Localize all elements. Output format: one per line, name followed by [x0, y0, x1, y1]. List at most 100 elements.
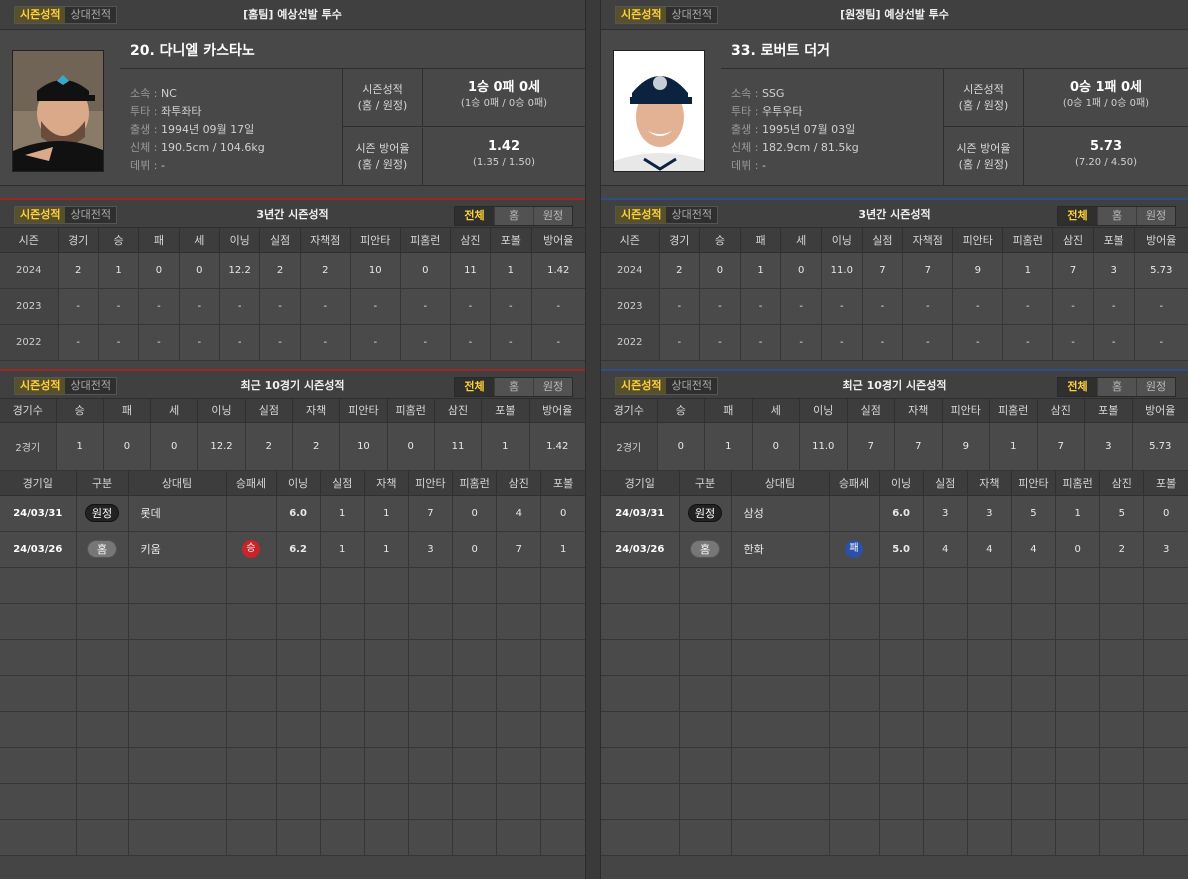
table-row: 2023- - - - - - - - - - - -: [601, 288, 1188, 325]
table-cell: 0: [780, 252, 822, 289]
column-header: 삼진: [496, 471, 542, 496]
filter-all[interactable]: 전체: [455, 207, 494, 225]
table-cell: 7: [1037, 422, 1085, 471]
table-cell: -: [1052, 288, 1094, 325]
table-cell: 24/03/26: [0, 531, 77, 568]
table-row: 2024 2 0 1 0 11.0 7 7 9 1 7 3 5.73: [601, 252, 1188, 289]
table-cell: [1143, 567, 1188, 604]
filter-away[interactable]: 원정: [533, 207, 572, 225]
table-cell: 2: [300, 252, 351, 289]
filter-home[interactable]: 홈: [1097, 207, 1136, 225]
table-cell: [452, 567, 498, 604]
table-cell: [679, 675, 732, 712]
table-cell: 1: [740, 252, 782, 289]
season-summary: 시즌성적 (홈 / 원정) 1승 0패 0세 (1승 0패 / 0승 0패) 시즌 …: [342, 69, 585, 186]
table-cell: [1011, 603, 1057, 640]
table-cell: [679, 711, 732, 748]
filter-home[interactable]: 홈: [494, 377, 533, 396]
column-header: 구분: [679, 471, 732, 496]
table-cell: [1011, 639, 1057, 676]
table-cell: [540, 675, 585, 712]
table-cell: [320, 819, 365, 856]
table-cell: [276, 675, 321, 712]
season-summary: 시즌성적 (홈 / 원정) 0승 1패 0세 (0승 1패 / 0승 0패) 시즌 …: [943, 69, 1188, 186]
table-cell: [540, 711, 585, 748]
table-cell: 1: [490, 252, 532, 289]
empty-row: [0, 711, 585, 748]
table-cell: [879, 783, 924, 820]
table-cell: 4: [496, 495, 542, 532]
table-cell: -: [780, 324, 822, 361]
table-cell: [276, 711, 321, 748]
filter-all[interactable]: 전체: [455, 377, 494, 396]
table-cell: 24/03/26: [601, 531, 680, 568]
column-header: 이닝: [879, 471, 924, 496]
column-header: 패: [704, 398, 753, 423]
table-cell: 홈: [679, 531, 732, 568]
table-cell: [128, 567, 227, 604]
table-cell: [276, 639, 321, 676]
table-row: 2경기 1 0 0 12.2 2 2 10 0 11 1 1.42: [0, 422, 585, 471]
table-cell: 원정: [76, 495, 129, 532]
table-cell: -: [821, 288, 863, 325]
table-cell: [1055, 819, 1101, 856]
column-header: 포볼: [1093, 228, 1135, 253]
table-cell: 1: [364, 495, 409, 532]
table-cell: [967, 567, 1012, 604]
table-cell: [1099, 639, 1145, 676]
filter-all[interactable]: 전체: [1058, 207, 1097, 225]
table-cell: 10: [350, 252, 401, 289]
column-header: 승패세: [226, 471, 277, 496]
table-cell: [226, 675, 277, 712]
game-log-row: 24/03/26 홈 한화 패 5.0 4 4 4 0 2 3: [601, 531, 1188, 568]
table-cell: [679, 639, 732, 676]
game-log-row: 24/03/31 원정 롯데 6.0 1 1 7 0 4 0: [0, 495, 585, 532]
table-cell: [1099, 747, 1145, 784]
table-cell: [1143, 783, 1188, 820]
away-header: 시즌성적 상대전적 [원정팀] 예상선발 투수: [601, 0, 1188, 30]
table-cell: 6.0: [879, 495, 924, 532]
table-cell: [1099, 603, 1145, 640]
filter-home[interactable]: 홈: [494, 207, 533, 225]
table-cell: [601, 567, 680, 604]
table-cell: 2경기: [0, 422, 57, 471]
table-cell: 2: [292, 422, 341, 471]
decision-badge: 승: [242, 540, 260, 558]
filter-home[interactable]: 홈: [1097, 377, 1136, 396]
table-cell: [128, 747, 227, 784]
table-cell: [276, 783, 321, 820]
table-cell: [364, 603, 409, 640]
column-header: 피홈런: [1002, 228, 1054, 253]
table-cell: 0: [1055, 531, 1101, 568]
table-cell: [923, 783, 968, 820]
table-cell: 1: [98, 252, 140, 289]
table-cell: 1.42: [531, 252, 585, 289]
table-cell: [76, 819, 129, 856]
table-cell: [128, 675, 227, 712]
column-header: 포볼: [1143, 471, 1188, 496]
filter-away[interactable]: 원정: [533, 377, 572, 396]
venue-badge: 홈: [87, 540, 117, 558]
info-throw-bat: 투타 : 좌투좌타: [130, 105, 202, 118]
column-header: 상대팀: [731, 471, 830, 496]
table-cell: -: [902, 288, 954, 325]
empty-row: [601, 711, 1188, 748]
column-header: 피홈런: [400, 228, 451, 253]
table-cell: -: [1002, 288, 1054, 325]
table-cell: [923, 639, 968, 676]
filter-all[interactable]: 전체: [1058, 377, 1097, 396]
table-cell: 삼성: [731, 495, 830, 532]
home-header: 시즌성적 상대전적 [홈팀] 예상선발 투수: [0, 0, 585, 30]
table-cell: [364, 819, 409, 856]
table-cell: -: [98, 324, 140, 361]
table-cell: -: [300, 324, 351, 361]
column-header: 이닝: [799, 398, 848, 423]
recent-stats-header: 시즌성적 상대전적 최근 10경기 시즌성적 전체 홈 원정: [0, 368, 585, 399]
filter-away[interactable]: 원정: [1136, 377, 1175, 396]
table-cell: [923, 567, 968, 604]
table-row: 2경기 0 1 0 11.0 7 7 9 1 7 3 5.73: [601, 422, 1188, 471]
table-cell: -: [740, 288, 782, 325]
table-cell: [679, 819, 732, 856]
table-cell: 6.2: [276, 531, 321, 568]
filter-away[interactable]: 원정: [1136, 207, 1175, 225]
